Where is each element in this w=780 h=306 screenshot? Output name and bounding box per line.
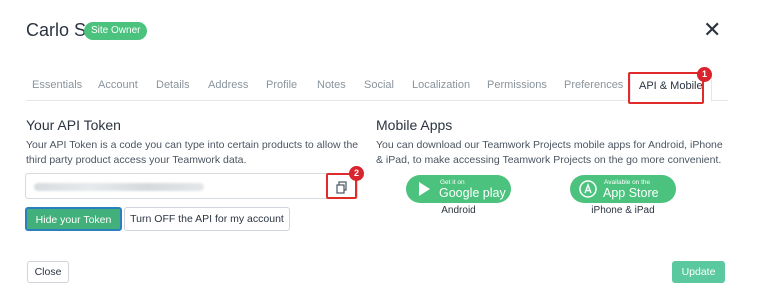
tab-localization[interactable]: Localization: [412, 79, 470, 91]
app-store-icon: [579, 180, 597, 198]
tab-profile[interactable]: Profile: [266, 79, 297, 91]
close-icon[interactable]: ✕: [703, 19, 721, 41]
site-owner-badge: Site Owner: [84, 22, 148, 40]
app-store-big-text: App Store: [603, 186, 659, 200]
app-store-badge[interactable]: Available on the App Store: [570, 175, 676, 203]
tab-social[interactable]: Social: [364, 79, 394, 91]
mobile-apps-description: You can download our Teamwork Projects m…: [376, 139, 723, 166]
tab-permissions[interactable]: Permissions: [487, 79, 547, 91]
google-play-big-text: Google play: [439, 186, 506, 200]
close-button[interactable]: Close: [27, 261, 69, 283]
api-token-title: Your API Token: [26, 117, 121, 133]
hide-token-button[interactable]: Hide your Token: [25, 207, 122, 231]
step-marker-1: 1: [697, 67, 712, 82]
blurred-token-value: [34, 183, 204, 191]
app-store-small-text: Available on the: [604, 179, 651, 186]
update-button[interactable]: Update: [672, 261, 725, 283]
android-label: Android: [441, 205, 476, 216]
tab-essentials[interactable]: Essentials: [32, 79, 82, 91]
google-play-icon: [419, 182, 430, 196]
mobile-apps-title: Mobile Apps: [376, 117, 453, 133]
turn-off-api-button[interactable]: Turn OFF the API for my account: [124, 207, 290, 231]
api-token-field[interactable]: [25, 173, 358, 199]
user-name-title: Carlo S: [26, 20, 87, 40]
tab-preferences[interactable]: Preferences: [564, 79, 623, 91]
tab-details[interactable]: Details: [156, 79, 190, 91]
iphone-ipad-label: iPhone & iPad: [591, 205, 655, 216]
highlight-box-api-tab: [628, 72, 704, 104]
tab-address[interactable]: Address: [208, 79, 248, 91]
tab-bar: Essentials Account Details Address Profi…: [26, 73, 728, 102]
api-token-description: Your API Token is a code you can type in…: [26, 139, 359, 166]
step-marker-2: 2: [349, 166, 364, 181]
tab-account[interactable]: Account: [98, 79, 138, 91]
google-play-badge[interactable]: Get it on Google play: [406, 175, 511, 203]
tab-notes[interactable]: Notes: [317, 79, 346, 91]
google-play-small-text: Get it on: [440, 179, 465, 186]
